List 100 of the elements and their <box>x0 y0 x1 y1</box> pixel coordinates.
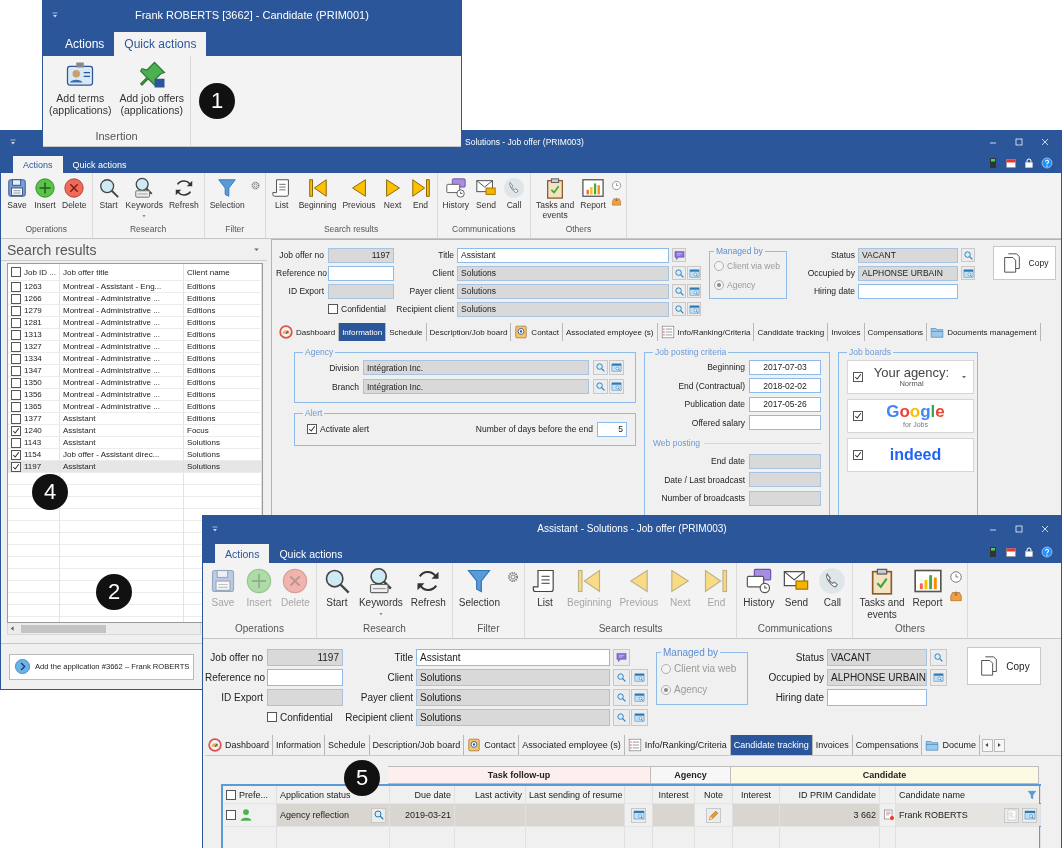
column-header[interactable]: Last activity <box>455 786 526 803</box>
checkbox[interactable] <box>11 305 21 316</box>
checkbox[interactable] <box>11 267 21 277</box>
ribbon-button[interactable]: Call <box>500 177 528 211</box>
checkbox[interactable] <box>11 425 21 436</box>
list-row[interactable]: 1240 Assistant Focus <box>8 425 262 437</box>
text-field[interactable]: Solutions <box>416 708 610 726</box>
checkbox[interactable] <box>11 329 21 340</box>
browse-button[interactable] <box>631 708 648 726</box>
text-field[interactable] <box>749 472 821 488</box>
checkbox[interactable] <box>11 461 21 472</box>
tab[interactable]: Compensations <box>864 323 928 341</box>
calendar-icon[interactable] <box>1005 157 1017 169</box>
text-field[interactable] <box>328 283 394 299</box>
tab[interactable]: Information <box>339 323 387 341</box>
list-row[interactable]: 1279 Montreal - Administrative ... Editions <box>8 305 262 317</box>
ribbon-button[interactable]: Send <box>472 177 500 211</box>
checkbox[interactable] <box>11 293 21 304</box>
text-field[interactable]: 2017-05-26 <box>749 396 821 412</box>
tab[interactable]: Documents management <box>927 323 1041 341</box>
calendar-icon[interactable] <box>1005 546 1017 558</box>
ribbon-button[interactable]: Call <box>814 567 851 609</box>
text-field[interactable]: Intégration Inc. <box>363 360 589 375</box>
list-row[interactable]: 1197 Assistant Solutions <box>8 461 262 473</box>
browse-button[interactable] <box>631 668 648 686</box>
text-field[interactable]: 1197 <box>267 648 343 666</box>
checkbox[interactable] <box>853 411 863 421</box>
column-header[interactable]: Job offer title <box>60 264 184 280</box>
text-field[interactable]: ALPHONSE URBAIN <box>827 668 927 686</box>
checkbox[interactable] <box>11 389 21 400</box>
list-row[interactable]: 1356 Montreal - Administrative ... Editions <box>8 389 262 401</box>
ribbon-button[interactable]: Save <box>3 177 31 211</box>
column-header[interactable]: Candidate name <box>896 786 1041 803</box>
list-row[interactable]: 1263 Montreal - Assistant - Eng... Editions <box>8 281 262 293</box>
tab[interactable]: Contact <box>511 323 563 341</box>
comment-button[interactable] <box>672 248 686 262</box>
column-header[interactable]: Interest <box>733 786 780 803</box>
ribbon-button[interactable]: Tasks and events <box>855 567 909 620</box>
column-header[interactable]: Client name <box>184 264 262 280</box>
ribbon-button[interactable]: Delete <box>59 177 90 211</box>
checkbox[interactable] <box>11 341 21 352</box>
edit-button[interactable] <box>706 807 721 823</box>
clock-icon[interactable] <box>948 570 963 584</box>
list-row[interactable]: 1347 Montreal - Administrative ... Editions <box>8 365 262 377</box>
browse-button[interactable] <box>631 807 646 823</box>
ribbon-button[interactable]: History <box>739 567 779 609</box>
tab[interactable]: Dashboard <box>276 323 340 341</box>
checkbox[interactable] <box>11 281 21 292</box>
comment-button[interactable] <box>613 648 630 666</box>
maximize-icon[interactable] <box>1013 136 1025 148</box>
settings-icon[interactable] <box>505 570 520 584</box>
ribbon-button[interactable]: List <box>526 567 563 609</box>
ribbon-button[interactable]: Beginning <box>295 177 340 211</box>
tab[interactable]: Description/Job board <box>426 323 512 341</box>
tab[interactable]: Invoices <box>828 323 865 341</box>
tab[interactable]: Candidate tracking <box>730 735 813 755</box>
ribbon-tab[interactable]: Actions <box>55 32 115 56</box>
checkbox[interactable] <box>267 712 277 722</box>
browse-button[interactable] <box>609 379 624 394</box>
text-field[interactable]: VACANT <box>827 648 927 666</box>
text-field[interactable]: Solutions <box>457 283 669 299</box>
browse-button[interactable] <box>961 266 975 280</box>
column-header[interactable]: Last sending of resume <box>526 786 625 803</box>
text-field[interactable]: Solutions <box>457 265 669 281</box>
checkbox[interactable] <box>226 789 236 800</box>
text-field[interactable]: Intégration Inc. <box>363 379 589 394</box>
browse-button[interactable] <box>687 302 701 316</box>
ribbon-button[interactable]: End <box>406 177 435 211</box>
checkbox[interactable] <box>307 424 317 434</box>
search-button[interactable] <box>672 266 686 280</box>
ribbon-button[interactable]: Previous <box>339 177 379 211</box>
ribbon-button[interactable]: Send <box>778 567 815 609</box>
ribbon-tab[interactable]: Actions <box>13 156 63 173</box>
checkbox[interactable] <box>328 304 338 314</box>
ribbon-button[interactable]: Add terms (applications) <box>45 60 116 117</box>
checkbox[interactable] <box>11 437 21 448</box>
browse-button[interactable] <box>930 668 947 686</box>
text-field[interactable]: Solutions <box>416 668 610 686</box>
text-field[interactable] <box>267 688 343 706</box>
search-button[interactable] <box>930 648 947 666</box>
search-button[interactable] <box>672 302 686 316</box>
ribbon-button[interactable]: Start <box>318 567 355 609</box>
ribbon-button[interactable]: Start <box>94 177 123 211</box>
ribbon-button[interactable]: Insert <box>31 177 59 211</box>
calculator-icon[interactable] <box>987 546 999 558</box>
list-row[interactable]: 1377 Assistant Editions <box>8 413 262 425</box>
tab[interactable]: Schedule <box>386 323 427 341</box>
list-row[interactable]: 1365 Montreal - Administrative ... Editions <box>8 401 262 413</box>
scroll-left-button[interactable] <box>981 738 993 752</box>
ribbon-button[interactable]: History <box>439 177 472 211</box>
ribbon-button[interactable]: Keywords <box>122 177 166 219</box>
text-field[interactable] <box>267 668 343 686</box>
lock-icon[interactable] <box>1023 546 1035 558</box>
settings-icon[interactable] <box>249 180 261 191</box>
column-header[interactable]: Interest <box>653 786 695 803</box>
ribbon-button[interactable]: Next <box>378 177 407 211</box>
ribbon-button[interactable]: Report <box>577 177 609 211</box>
ribbon-tab[interactable]: Actions <box>215 544 270 563</box>
copy-button[interactable]: Copy <box>967 647 1041 685</box>
text-field[interactable] <box>827 688 927 706</box>
